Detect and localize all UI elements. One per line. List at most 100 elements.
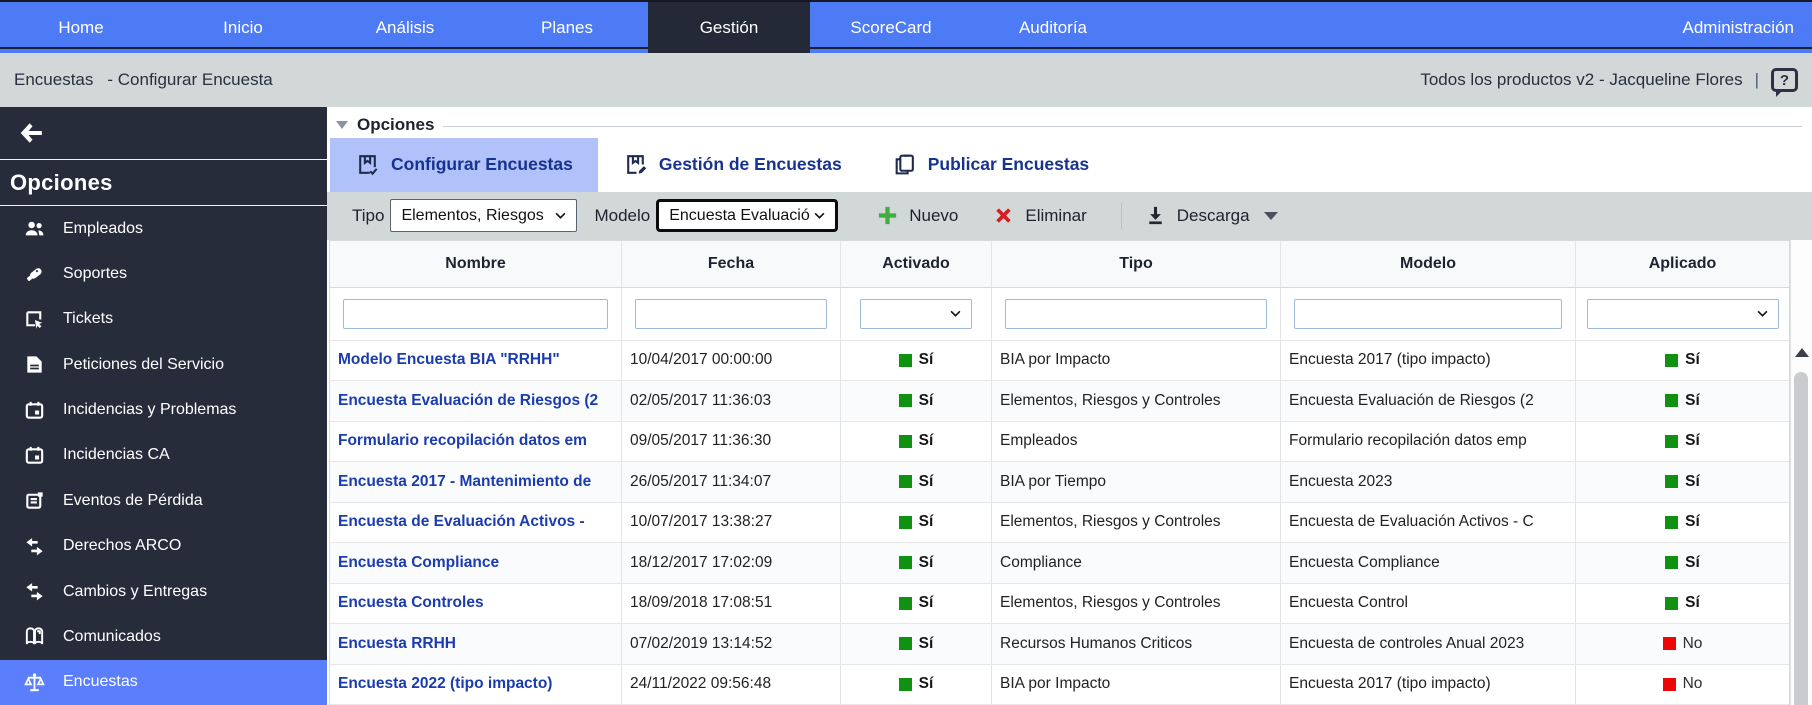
filter-tipo-input[interactable] [1005,299,1267,329]
filter-activado-select[interactable] [860,299,972,329]
row-name-link[interactable]: Encuesta de Evaluación Activos - [330,503,622,543]
sidebar-item-empleados[interactable]: Empleados [0,206,327,251]
nav-item-scorecard[interactable]: ScoreCard [810,2,972,53]
top-navigation: Home Inicio Análisis Planes Gestión Scor… [0,0,1812,53]
tab-bar: Configurar Encuestas Gestión de Encuesta… [327,138,1812,192]
nav-spacer [1134,2,1665,53]
sidebar-item-label: Eventos de Pérdida [63,492,203,510]
filter-aplicado-select[interactable] [1587,299,1779,329]
table-row: Encuesta RRHH 07/02/2019 13:14:52 Sí Rec… [330,624,1789,665]
back-button[interactable] [0,107,327,160]
scrollbar-thumb[interactable] [1794,372,1808,705]
status-square-icon [899,597,912,610]
sidebar-item-incidencias-ca[interactable]: Incidencias CA [0,433,327,478]
row-activado-value: Sí [919,594,934,612]
row-name-link[interactable]: Modelo Encuesta BIA "RRHH" [330,341,622,381]
column-header-fecha[interactable]: Fecha [622,241,841,287]
tab-gestion-de-encuestas[interactable]: Gestión de Encuestas [598,138,867,192]
sidebar-item-label: Cambios y Entregas [63,583,207,601]
sidebar-item-soportes[interactable]: Soportes [0,251,327,296]
sidebar-item-cambios-entregas[interactable]: Cambios y Entregas [0,569,327,614]
column-header-aplicado[interactable]: Aplicado [1576,241,1789,287]
nav-item-administracion[interactable]: Administración [1665,2,1812,53]
sidebar-item-peticiones[interactable]: Peticiones del Servicio [0,342,327,387]
sidebar-item-incidencias-problemas[interactable]: Incidencias y Problemas [0,387,327,432]
sidebar-item-derechos-arco[interactable]: Derechos ARCO [0,524,327,569]
status-square-icon [1665,556,1678,569]
row-aplicado: No [1576,665,1789,705]
tab-label: Gestión de Encuestas [659,154,842,175]
eliminar-button[interactable]: Eliminar [992,204,1086,227]
calendar-icon [23,444,46,467]
section-title: Opciones [357,115,434,135]
usb-icon [23,263,46,286]
breadcrumb-page: - Configurar Encuesta [107,70,272,90]
row-fecha: 02/05/2017 11:36:03 [622,381,841,421]
nav-item-auditoria[interactable]: Auditoría [972,2,1134,53]
status-square-icon [1665,354,1678,367]
sidebar-item-tickets[interactable]: Tickets [0,297,327,342]
breadcrumb-section: Encuestas [14,70,93,90]
row-modelo: Encuesta de Evaluación Activos - C [1281,503,1576,543]
vertical-scrollbar[interactable] [1790,240,1812,705]
filter-fecha-input[interactable] [635,299,827,329]
descarga-label: Descarga [1177,206,1250,226]
collapse-triangle-icon[interactable] [336,121,348,129]
toolbar: Tipo Elementos, Riesgos Modelo Encuesta … [327,192,1812,240]
row-name-link[interactable]: Encuesta Compliance [330,543,622,583]
descarga-button[interactable]: Descarga [1144,204,1278,227]
table-row: Encuesta Compliance 18/12/2017 17:02:09 … [330,543,1789,584]
sidebar-item-comunicados[interactable]: Comunicados [0,614,327,659]
modelo-select[interactable]: Encuesta Evaluació [656,199,838,232]
plus-icon [876,204,899,227]
tab-publicar-encuestas[interactable]: Publicar Encuestas [867,138,1114,192]
nav-item-inicio[interactable]: Inicio [162,2,324,53]
row-name-link[interactable]: Encuesta 2017 - Mantenimiento de [330,462,622,502]
row-activado: Sí [841,341,992,381]
tab-configurar-encuestas[interactable]: Configurar Encuestas [330,138,598,192]
sidebar: Opciones Empleados [0,107,327,705]
status-square-icon [1665,475,1678,488]
sidebar-item-encuestas[interactable]: Encuestas [0,660,327,705]
column-header-activado[interactable]: Activado [841,241,992,287]
row-activado: Sí [841,422,992,462]
row-activado: Sí [841,543,992,583]
nav-item-gestion[interactable]: Gestión [648,2,810,53]
product-user-label: Todos los productos v2 - Jacqueline Flor… [1420,70,1742,90]
row-name-link[interactable]: Encuesta 2022 (tipo impacto) [330,665,622,705]
download-icon [1144,204,1167,227]
divider: | [1755,70,1759,90]
nav-item-home[interactable]: Home [0,2,162,53]
nuevo-button[interactable]: Nuevo [876,204,958,227]
sidebar-item-eventos-perdida[interactable]: Eventos de Pérdida [0,478,327,523]
row-name-link[interactable]: Encuesta Controles [330,584,622,624]
filter-modelo-input[interactable] [1294,299,1562,329]
modelo-select-value: Encuesta Evaluació [669,207,810,225]
column-header-tipo[interactable]: Tipo [992,241,1281,287]
sidebar-item-label: Comunicados [63,628,161,646]
row-activado-value: Sí [919,392,934,410]
row-fecha: 26/05/2017 11:34:07 [622,462,841,502]
row-name-link[interactable]: Encuesta RRHH [330,624,622,664]
row-aplicado-value: Sí [1685,432,1700,450]
column-header-modelo[interactable]: Modelo [1281,241,1576,287]
arrow-left-icon [16,120,46,146]
help-icon[interactable]: ? [1771,68,1798,92]
tipo-select[interactable]: Elementos, Riesgos [390,199,577,232]
nav-item-analisis[interactable]: Análisis [324,2,486,53]
book-icon [23,625,46,648]
section-rule [443,126,1802,127]
row-name-link[interactable]: Formulario recopilación datos em [330,422,622,462]
row-name-link[interactable]: Encuesta Evaluación de Riesgos (2 [330,381,622,421]
chevron-down-icon [553,208,568,223]
scroll-up-icon[interactable] [1795,348,1809,357]
table-header-row: Nombre Fecha Activado Tipo Modelo Aplica… [330,241,1789,288]
table-row: Formulario recopilación datos em 09/05/2… [330,422,1789,463]
row-aplicado: Sí [1576,543,1789,583]
status-square-icon [899,556,912,569]
column-header-nombre[interactable]: Nombre [330,241,622,287]
clipboard-icon [892,152,917,177]
nav-item-planes[interactable]: Planes [486,2,648,53]
filter-nombre-input[interactable] [343,299,608,329]
row-activado: Sí [841,503,992,543]
